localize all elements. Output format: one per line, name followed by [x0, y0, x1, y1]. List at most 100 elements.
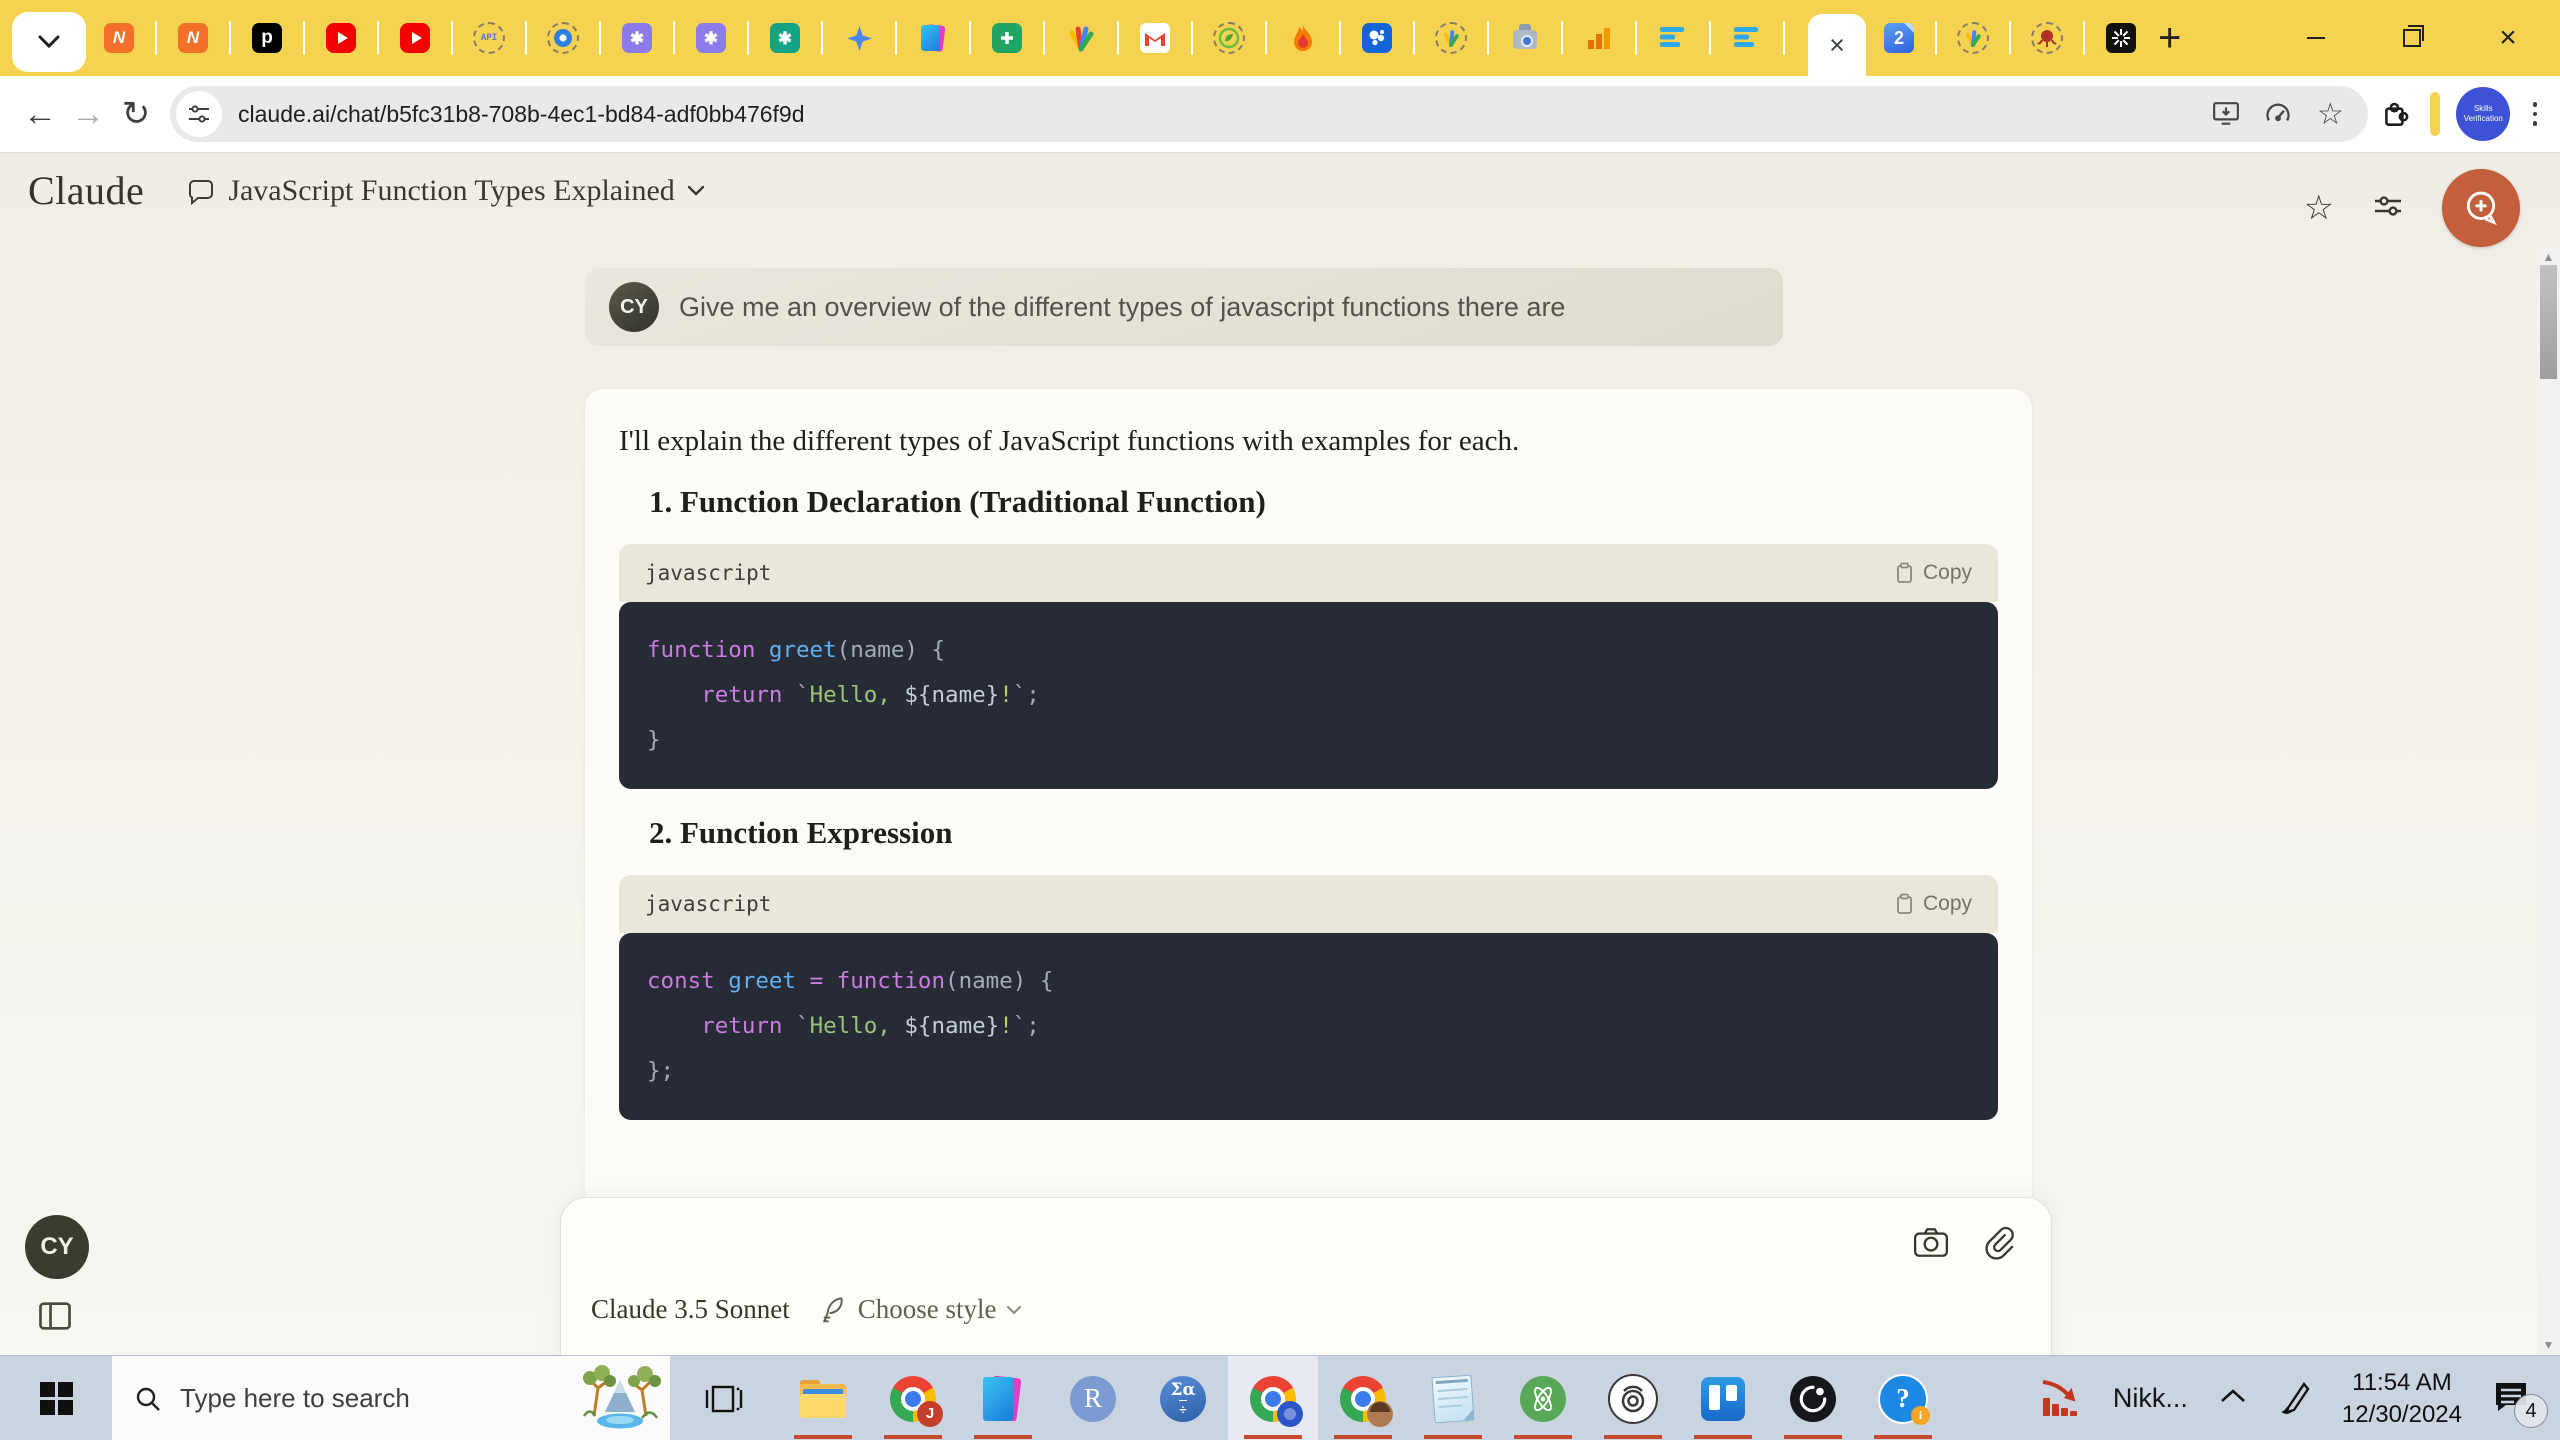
tab-leaf-site[interactable]: [1206, 0, 1252, 76]
taskbar-app-obs-studio[interactable]: [1768, 1356, 1858, 1440]
tab-google-fan[interactable]: [1058, 0, 1104, 76]
scrollbar-thumb[interactable]: [2540, 265, 2557, 379]
taskbar-app-chrome-profile-blue[interactable]: [1228, 1356, 1318, 1440]
sidebar-toggle-icon: [39, 1302, 71, 1330]
chat-title-button[interactable]: JavaScript Function Types Explained: [186, 174, 704, 208]
page-scrollbar[interactable]: ▲ ▼: [2537, 247, 2560, 1355]
tray-app-label[interactable]: Nikk...: [2113, 1383, 2188, 1414]
code-content[interactable]: function greet(name) { return `Hello, ${…: [619, 602, 1998, 789]
pinned-extension-bar[interactable]: [2430, 92, 2441, 136]
browser-menu-button[interactable]: [2526, 95, 2544, 132]
tab-youtube-2[interactable]: [392, 0, 438, 76]
composer-actions: [1913, 1226, 2015, 1265]
tab-splash-app[interactable]: [1354, 0, 1400, 76]
window-minimize-button[interactable]: [2300, 22, 2332, 54]
tab-google-sheets[interactable]: [984, 0, 1030, 76]
new-chat-button[interactable]: [2442, 169, 2520, 247]
reload-button[interactable]: ↻: [112, 94, 160, 134]
taskbar-app-math-app[interactable]: Σα ÷: [1138, 1356, 1228, 1440]
tab-separator: [895, 21, 897, 55]
taskbar-app-r-app[interactable]: R: [1048, 1356, 1138, 1440]
bookmark-button[interactable]: ☆: [2312, 97, 2348, 132]
taskbar-app-atom-app[interactable]: [1498, 1356, 1588, 1440]
profile-avatar[interactable]: Skills Verification: [2456, 87, 2511, 141]
search-daily-image[interactable]: [570, 1354, 670, 1440]
chat-settings-button[interactable]: [2372, 190, 2404, 227]
sales-chart-tray-icon[interactable]: [2039, 1374, 2083, 1423]
window-restore-button[interactable]: [2396, 22, 2428, 54]
tab-chatgpt-2[interactable]: ✱: [688, 0, 734, 76]
taskbar-app-chrome-profile-j[interactable]: J: [868, 1356, 958, 1440]
tab-firebase[interactable]: [1280, 0, 1326, 76]
tab-console-bars-2[interactable]: [1724, 0, 1770, 76]
tab-chatgpt-3[interactable]: ✱: [762, 0, 808, 76]
taskbar-search-box[interactable]: Type here to search: [112, 1356, 670, 1440]
address-bar[interactable]: claude.ai/chat/b5fc31b8-708b-4ec1-bd84-a…: [170, 86, 2369, 142]
claude-logo[interactable]: Claude: [28, 167, 144, 214]
screenshot-button[interactable]: [1913, 1226, 1949, 1265]
tab-search-button[interactable]: [12, 12, 86, 72]
attach-file-button[interactable]: [1983, 1226, 2015, 1265]
tab-separator: [229, 21, 231, 55]
taskbar-app-trello[interactable]: [1678, 1356, 1768, 1440]
forward-button[interactable]: →: [64, 95, 112, 134]
pen-tray-icon[interactable]: [2278, 1378, 2312, 1419]
window-close-button[interactable]: ×: [2492, 22, 2524, 54]
task-view-button[interactable]: [670, 1356, 778, 1440]
namecheap-2-favicon: N: [178, 23, 208, 53]
action-center-button[interactable]: 4: [2492, 1379, 2548, 1428]
url-text[interactable]: claude.ai/chat/b5fc31b8-708b-4ec1-bd84-a…: [238, 101, 2192, 128]
new-tab-button[interactable]: +: [2158, 18, 2181, 58]
chevron-up-icon: [2221, 1389, 2245, 1402]
style-selector[interactable]: Choose style: [820, 1294, 1023, 1325]
tab-robot-tool[interactable]: [1502, 0, 1548, 76]
tab-namecheap-2[interactable]: N: [170, 0, 216, 76]
tab-close-icon[interactable]: ×: [1829, 31, 1845, 59]
copy-code-button[interactable]: Copy: [1895, 561, 1972, 585]
tab-console-bars[interactable]: [1650, 0, 1696, 76]
taskbar-app-notes-stack[interactable]: [958, 1356, 1048, 1440]
scroll-up-arrow-icon[interactable]: ▲: [2537, 250, 2560, 264]
start-button[interactable]: [0, 1356, 112, 1440]
extensions-button[interactable]: [2378, 98, 2414, 130]
tab-njoy[interactable]: [2024, 0, 2070, 76]
taskbar-apps: J R Σα ÷ ? i: [778, 1356, 1948, 1440]
taskbar-app-chrome-profile-personal[interactable]: [1318, 1356, 1408, 1440]
tray-expand-button[interactable]: [2218, 1386, 2248, 1411]
tab-docs-book[interactable]: [910, 0, 956, 76]
tab-gmail[interactable]: [1132, 0, 1178, 76]
tab-pattern-app[interactable]: [2098, 0, 2144, 76]
tab-ads-ring[interactable]: [1950, 0, 1996, 76]
taskbar-app-rings-app[interactable]: [1588, 1356, 1678, 1440]
message-composer[interactable]: Claude 3.5 Sonnet Choose style: [560, 1197, 2052, 1355]
tab-pexels[interactable]: p: [244, 0, 290, 76]
performance-button[interactable]: [2260, 100, 2296, 128]
tab-gemini[interactable]: [836, 0, 882, 76]
tab-doc-2[interactable]: 2: [1876, 0, 1922, 76]
tab-separator: [1191, 21, 1193, 55]
tab-claude-chat-active[interactable]: ×: [1808, 14, 1866, 76]
tab-chatgpt[interactable]: ✱: [614, 0, 660, 76]
tab-blue-hub[interactable]: [540, 0, 586, 76]
back-button[interactable]: ←: [16, 95, 64, 134]
taskbar-app-file-explorer[interactable]: [778, 1356, 868, 1440]
tab-namecheap[interactable]: N: [96, 0, 142, 76]
taskbar-app-notepad[interactable]: [1408, 1356, 1498, 1440]
tab-youtube[interactable]: [318, 0, 364, 76]
code-content[interactable]: const greet = function(name) { return `H…: [619, 933, 1998, 1120]
copy-code-button[interactable]: Copy: [1895, 892, 1972, 916]
favorite-star-button[interactable]: ☆: [2304, 188, 2334, 228]
install-app-button[interactable]: [2208, 100, 2244, 128]
sidebar-toggle-button[interactable]: [36, 1297, 74, 1340]
tab-analytics[interactable]: [1576, 0, 1622, 76]
taskbar-clock[interactable]: 11:54 AM 12/30/2024: [2342, 1367, 2462, 1429]
tab-api-docs[interactable]: API: [466, 0, 512, 76]
account-avatar[interactable]: CY: [25, 1215, 89, 1279]
pattern-app-favicon: [2106, 23, 2136, 53]
taskbar-app-help-app[interactable]: ? i: [1858, 1356, 1948, 1440]
style-label: Choose style: [857, 1294, 997, 1324]
model-selector[interactable]: Claude 3.5 Sonnet: [591, 1294, 790, 1325]
tab-google-ads[interactable]: [1428, 0, 1474, 76]
scroll-down-arrow-icon[interactable]: ▼: [2537, 1338, 2560, 1352]
site-settings-button[interactable]: [176, 91, 222, 137]
